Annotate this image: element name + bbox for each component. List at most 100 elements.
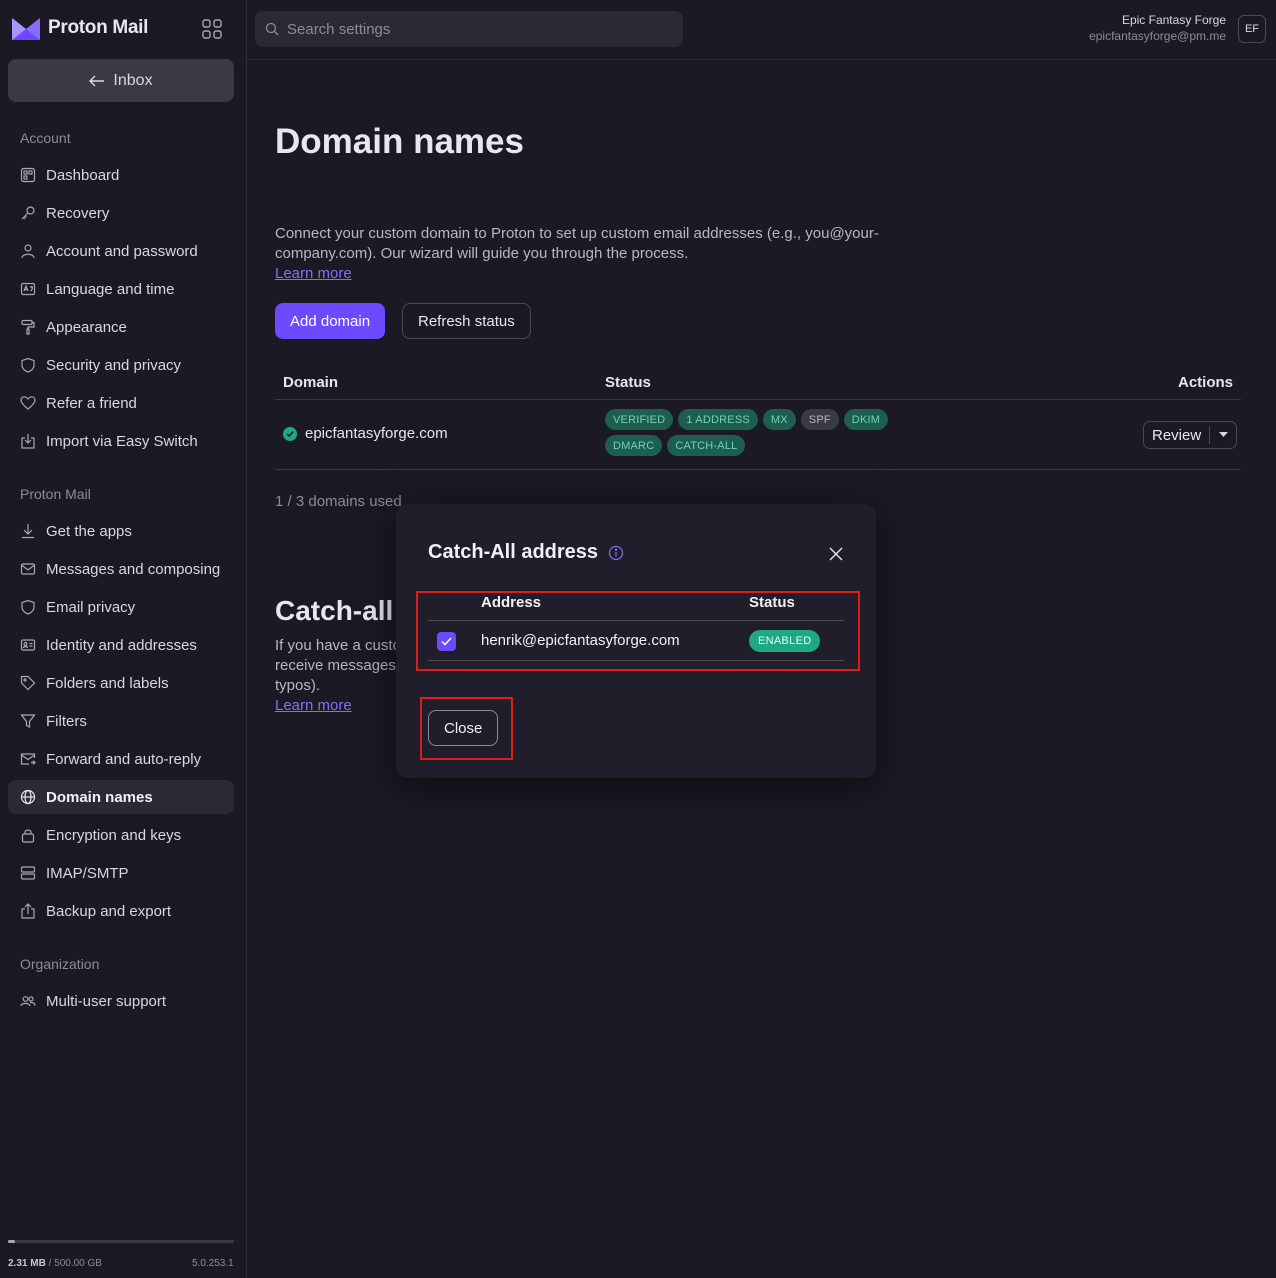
catch-all-learn-more-link[interactable]: Learn more xyxy=(275,696,405,716)
storage-total: / 500.00 GB xyxy=(48,1258,102,1269)
status-badge: SPF xyxy=(800,409,839,430)
shield-icon xyxy=(21,599,35,615)
envelope-icon xyxy=(20,563,36,575)
sidebar-item-label: Recovery xyxy=(46,204,110,222)
table-divider xyxy=(275,469,1241,470)
description-text: Connect your custom domain to Proton to … xyxy=(275,225,879,262)
user-name: Epic Fantasy Forge xyxy=(1121,13,1226,27)
sidebar-item-email-privacy[interactable]: Email privacy xyxy=(8,590,234,624)
sidebar-item-dashboard[interactable]: Dashboard xyxy=(8,158,234,192)
sidebar-item-label: Messages and composing xyxy=(46,560,221,578)
tag-icon xyxy=(20,675,36,691)
column-header-status: Status xyxy=(605,374,651,391)
sidebar-item-label: Language and time xyxy=(46,280,175,298)
status-badge: DKIM xyxy=(843,409,889,430)
modal-title-text: Catch-All address xyxy=(428,541,599,563)
globe-icon xyxy=(20,789,36,805)
sidebar-item-imap-smtp[interactable]: IMAP/SMTP xyxy=(8,856,234,890)
sidebar-item-filters[interactable]: Filters xyxy=(8,704,234,738)
modal-close-button[interactable] xyxy=(824,542,848,566)
sidebar-item-backup-export[interactable]: Backup and export xyxy=(8,894,234,928)
sidebar-item-folders-labels[interactable]: Folders and labels xyxy=(8,666,234,700)
filter-icon xyxy=(20,714,36,728)
review-dropdown-toggle[interactable] xyxy=(1210,422,1236,448)
sidebar-item-messages-composing[interactable]: Messages and composing xyxy=(8,552,234,586)
review-split-button[interactable]: Review xyxy=(1143,421,1238,449)
table-divider xyxy=(275,399,1241,400)
proton-mail-logo-icon xyxy=(12,18,40,40)
dashboard-icon xyxy=(20,167,36,183)
brand[interactable]: Proton Mail xyxy=(12,16,148,40)
info-icon[interactable] xyxy=(608,545,624,561)
brand-name: Proton Mail xyxy=(48,17,149,38)
app-version: 5.0.253.1 xyxy=(192,1258,234,1269)
user-email: epicfantasyforge@pm.me xyxy=(1089,29,1226,43)
download-icon xyxy=(22,524,34,539)
sidebar-item-security-privacy[interactable]: Security and privacy xyxy=(8,348,234,382)
status-badge: ENABLED xyxy=(749,630,821,652)
status-badge: CATCH-ALL xyxy=(667,435,746,456)
search-input[interactable] xyxy=(287,20,667,38)
close-icon xyxy=(829,547,843,561)
sidebar-item-get-apps[interactable]: Get the apps xyxy=(8,514,234,548)
column-header-domain: Domain xyxy=(283,374,339,391)
add-domain-button[interactable]: Add domain xyxy=(275,303,386,339)
caret-down-icon xyxy=(1218,432,1228,437)
modal-column-address: Address xyxy=(481,594,542,611)
back-to-inbox-button[interactable]: Inbox xyxy=(8,59,234,102)
checkmark-icon xyxy=(441,637,452,646)
storage-used: 2.31 MB xyxy=(8,1258,46,1269)
sidebar-item-refer-friend[interactable]: Refer a friend xyxy=(8,386,234,420)
users-icon xyxy=(20,996,36,1007)
sidebar-item-label: Dashboard xyxy=(46,166,120,184)
sidebar-item-label: Refer a friend xyxy=(46,394,137,412)
modal-table-divider xyxy=(428,620,844,621)
sidebar-item-label: Forward and auto-reply xyxy=(46,750,202,768)
sidebar-item-language-time[interactable]: Language and time xyxy=(8,272,234,306)
id-card-icon xyxy=(20,639,36,651)
user-info[interactable]: Epic Fantasy Forge epicfantasyforge@pm.m… xyxy=(1089,13,1226,43)
catch-all-modal: Catch-All address Address Status henrik@… xyxy=(396,504,876,778)
section-title-account: Account xyxy=(20,130,71,146)
sidebar-item-recovery[interactable]: Recovery xyxy=(8,196,234,230)
close-button[interactable]: Close xyxy=(428,710,499,746)
status-badge: DMARC xyxy=(605,435,663,456)
sidebar-item-label: Domain names xyxy=(46,788,153,806)
status-badge: VERIFIED xyxy=(605,409,674,430)
sidebar: Proton Mail Inbox Account Dashboard Reco… xyxy=(0,0,247,1278)
catch-all-desc-line: If you have a custo xyxy=(275,637,401,654)
learn-more-link[interactable]: Learn more xyxy=(275,264,885,284)
page-title: Domain names xyxy=(275,122,524,161)
refresh-status-button[interactable]: Refresh status xyxy=(402,303,531,339)
sidebar-item-account-password[interactable]: Account and password xyxy=(8,234,234,268)
lock-icon xyxy=(21,829,35,843)
sidebar-item-identity-addresses[interactable]: Identity and addresses xyxy=(8,628,234,662)
storage-usage: 2.31 MB / 500.00 GB xyxy=(8,1258,102,1269)
avatar[interactable]: EF xyxy=(1238,15,1266,43)
address-checkbox[interactable] xyxy=(437,632,456,651)
apps-grid-icon[interactable] xyxy=(202,19,222,39)
paint-roller-icon xyxy=(21,319,35,335)
import-icon xyxy=(21,434,35,449)
catch-all-description: If you have a custo receive messages typ… xyxy=(275,636,405,716)
catch-all-desc-line: typos). xyxy=(275,677,321,694)
modal-table-divider xyxy=(428,660,844,661)
review-button[interactable]: Review xyxy=(1144,422,1209,448)
sidebar-item-encryption-keys[interactable]: Encryption and keys xyxy=(8,818,234,852)
storage-bar xyxy=(8,1240,234,1243)
sidebar-item-label: IMAP/SMTP xyxy=(46,864,129,882)
sidebar-item-label: Appearance xyxy=(46,318,127,336)
sidebar-item-import-easy-switch[interactable]: Import via Easy Switch xyxy=(8,424,234,458)
domain-cell: epicfantasyforge.com xyxy=(283,425,448,442)
sidebar-item-domain-names[interactable]: Domain names xyxy=(8,780,234,814)
sidebar-item-appearance[interactable]: Appearance xyxy=(8,310,234,344)
inbox-label: Inbox xyxy=(113,71,153,89)
modal-column-status: Status xyxy=(749,594,795,611)
sidebar-item-label: Backup and export xyxy=(46,902,172,920)
section-title-proton-mail: Proton Mail xyxy=(20,486,91,502)
sidebar-item-forward-auto-reply[interactable]: Forward and auto-reply xyxy=(8,742,234,776)
sidebar-item-multi-user-support[interactable]: Multi-user support xyxy=(8,984,234,1018)
status-badge: MX xyxy=(762,409,796,430)
search-box[interactable] xyxy=(255,11,683,47)
status-badge: 1 ADDRESS xyxy=(678,409,758,430)
